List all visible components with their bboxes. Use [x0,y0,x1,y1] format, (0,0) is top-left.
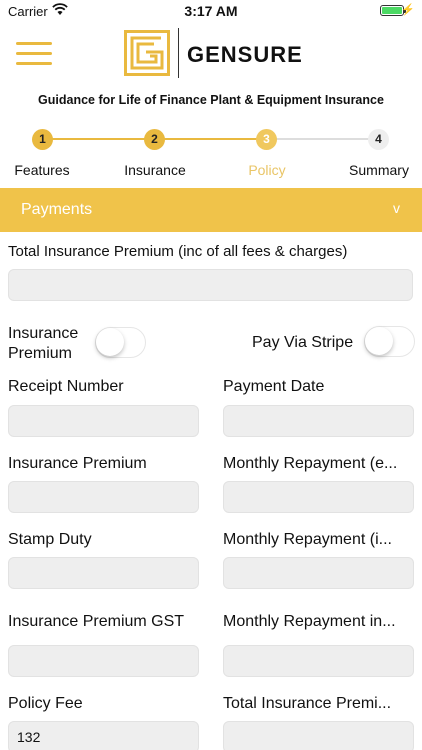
total-premium-label: Total Insurance Premium (inc of all fees… [8,243,348,260]
hamburger-menu-icon[interactable] [16,42,52,66]
insurance-premium-toggle[interactable] [95,327,146,358]
progress-stepper: 1 2 3 4 Features Insurance Policy Summar… [0,128,422,180]
payment-date-input[interactable] [223,405,414,437]
receipt-number-label: Receipt Number [8,378,124,395]
clock: 3:17 AM [184,3,238,19]
gensure-logo-icon [124,30,170,76]
step-connector [42,138,155,140]
insurance-premium-input[interactable] [8,481,199,513]
premium-gst-input[interactable] [8,645,199,677]
step-2-dot[interactable]: 2 [144,129,165,150]
policy-fee-label: Policy Fee [8,695,83,712]
pay-via-stripe-toggle[interactable] [364,326,415,357]
stamp-duty-input[interactable] [8,557,199,589]
brand-name: GENSURE [187,42,303,67]
section-title: Payments [21,201,93,218]
charging-bolt-icon: ⚡ [401,4,415,16]
insurance-premium-toggle-label: Insurance Premium [8,325,79,362]
app-header: GENSURE [0,22,422,90]
monthly-repayment-i-label: Monthly Repayment (i... [223,531,392,548]
monthly-repayment-i-input[interactable] [223,557,414,589]
toggle-knob [365,327,393,355]
step-1-dot[interactable]: 1 [32,129,53,150]
step-label-features[interactable]: Features [0,162,87,178]
stamp-duty-label: Stamp Duty [8,531,92,548]
insurance-premium-label: Insurance Premium [8,455,147,472]
step-3-dot[interactable]: 3 [256,129,277,150]
monthly-repayment-e-label: Monthly Repayment (e... [223,455,398,472]
monthly-repayment-in-input[interactable] [223,645,414,677]
toggle-knob [96,328,124,356]
chevron-down-icon: v [393,200,400,216]
total-premium-short-input[interactable] [223,721,414,750]
step-label-insurance[interactable]: Insurance [110,162,200,178]
monthly-repayment-e-input[interactable] [223,481,414,513]
step-4-dot[interactable]: 4 [368,129,389,150]
payments-section-header[interactable]: Payments v [0,188,422,232]
step-connector [155,138,267,140]
total-premium-short-label: Total Insurance Premi... [223,695,392,712]
total-premium-input[interactable] [8,269,413,301]
payment-date-label: Payment Date [223,378,325,395]
premium-gst-label: Insurance Premium GST [8,613,185,630]
receipt-number-input[interactable] [8,405,199,437]
page-subtitle: Guidance for Life of Finance Plant & Equ… [38,93,384,107]
step-label-summary[interactable]: Summary [334,162,422,178]
policy-fee-input[interactable] [8,721,199,750]
step-label-policy[interactable]: Policy [222,162,312,178]
logo-divider [178,28,179,78]
status-bar: Carrier 3:17 AM ⚡ [0,0,422,22]
step-connector [267,138,379,140]
monthly-repayment-in-label: Monthly Repayment in... [223,613,396,630]
pay-via-stripe-label: Pay Via Stripe [252,334,354,351]
